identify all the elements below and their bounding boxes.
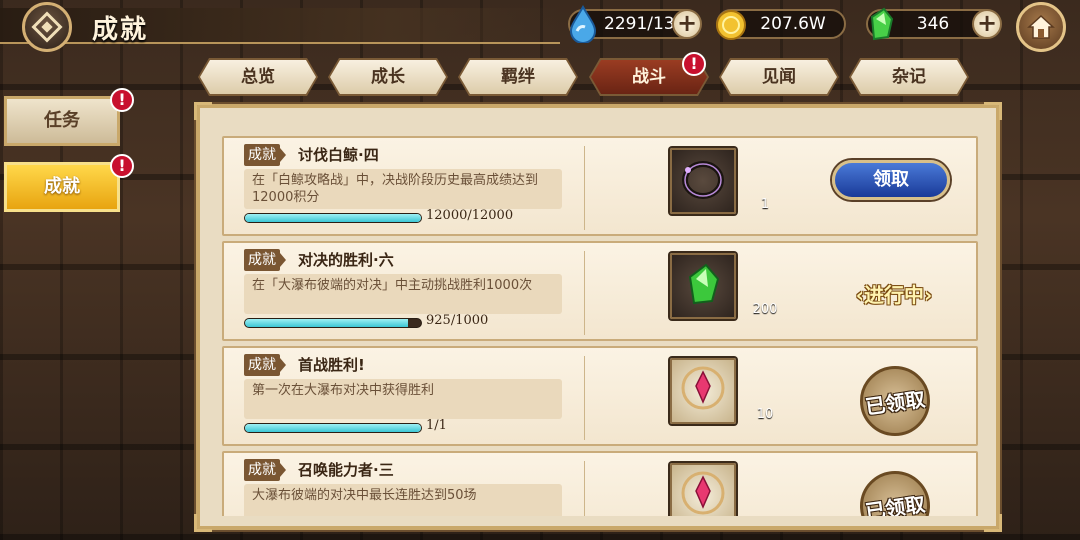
progress-bar	[244, 213, 422, 223]
add-stamina-button[interactable]: +	[672, 9, 702, 39]
reward-slot[interactable]: 200	[670, 253, 777, 319]
achievement-row: 成就 讨伐白鲸·四 在「白鲸攻略战」中，决战阶段历史最高成绩达到12000积分 …	[222, 136, 978, 236]
achievement-desc: 大瀑布彼端的对决中最长连胜达到50场	[244, 484, 562, 516]
achievement-name: 讨伐白鲸·四	[298, 146, 379, 164]
back-button[interactable]	[22, 2, 72, 52]
achievement-desc: 在「大瀑布彼端的对决」中主动挑战胜利1000次	[244, 274, 562, 314]
achievement-name: 召唤能力者·三	[298, 461, 394, 479]
tab-bond[interactable]: 羁绊	[460, 60, 576, 94]
row-divider	[584, 461, 585, 516]
side-task-alert-badge: !	[110, 88, 134, 112]
home-icon	[1027, 14, 1055, 39]
reward-slot[interactable]: 1	[670, 148, 769, 214]
achievement-name: 对决的胜利·六	[298, 251, 394, 269]
page-title: 成就	[92, 15, 149, 45]
dark-ring-icon	[682, 161, 724, 199]
progress-bar	[244, 423, 422, 433]
achievement-tag: 成就	[244, 144, 286, 166]
panel-corner	[984, 102, 1002, 120]
reward-slot[interactable]: 10	[670, 358, 773, 424]
achievement-list[interactable]: 成就 讨伐白鲸·四 在「白鲸攻略战」中，决战阶段历史最高成绩达到12000积分 …	[222, 134, 978, 516]
gem-counter: 346 +	[866, 7, 1002, 41]
progress-fill	[245, 319, 408, 327]
top-bar: 成就 2291/130 + 207.6W 346 +	[0, 0, 1080, 52]
reward-count: 200	[752, 302, 778, 317]
stamina-value: 2291/130	[604, 14, 686, 34]
row-divider	[584, 356, 585, 440]
reward-slot[interactable]	[670, 463, 736, 516]
reward-count: 10	[756, 407, 774, 422]
tab-growth[interactable]: 成长	[330, 60, 446, 94]
gold-value: 207.6W	[760, 14, 826, 34]
add-gem-button[interactable]: +	[972, 9, 1002, 39]
panel-corner	[194, 102, 212, 120]
reward-count: 1	[760, 197, 770, 212]
row-divider	[584, 251, 585, 335]
stamina-counter: 2291/130 +	[568, 5, 702, 43]
achievement-panel: 成就 讨伐白鲸·四 在「白鲸攻略战」中，决战阶段历史最高成绩达到12000积分 …	[194, 102, 1002, 532]
pink-crystal-icon	[681, 366, 725, 410]
green-gem-icon	[688, 263, 720, 305]
diamond-back-icon	[31, 11, 63, 43]
blue-drop-icon	[569, 5, 597, 43]
progress-text: 925/1000	[426, 313, 489, 328]
achievement-name: 首战胜利!	[298, 356, 365, 374]
panel-corner	[194, 514, 212, 532]
row-divider	[584, 146, 585, 230]
achievement-row: 成就 对决的胜利·六 在「大瀑布彼端的对决」中主动挑战胜利1000次 925/1…	[222, 241, 978, 341]
in-progress-status: ‹进行中›	[855, 283, 933, 307]
achievement-tag: 成就	[244, 354, 286, 376]
achievement-desc: 在「白鲸攻略战」中，决战阶段历史最高成绩达到12000积分	[244, 169, 562, 209]
claimed-text: 已领取	[863, 491, 927, 516]
green-gem-icon	[870, 7, 894, 41]
pink-crystal-icon	[681, 471, 725, 515]
claimed-stamp: 已领取	[860, 366, 930, 436]
progress-fill	[245, 424, 421, 432]
gold-counter: 207.6W	[716, 9, 846, 40]
gold-coin-icon	[716, 10, 746, 40]
tab-battle-alert-badge: !	[682, 52, 706, 76]
achievement-row: 成就 召唤能力者·三 大瀑布彼端的对决中最长连胜达到50场 已领取	[222, 451, 978, 516]
progress-bar	[244, 318, 422, 328]
home-button[interactable]	[1016, 2, 1066, 52]
claim-button[interactable]: 领取	[832, 160, 950, 200]
side-tab-task[interactable]: 任务	[4, 96, 120, 146]
title-band	[0, 8, 560, 44]
progress-text: 12000/12000	[426, 208, 514, 223]
claimed-text: 已领取	[863, 386, 927, 419]
tab-knowledge[interactable]: 见闻	[721, 60, 837, 94]
achievement-desc: 第一次在大瀑布对决中获得胜利	[244, 379, 562, 419]
achievement-row: 成就 首战胜利! 第一次在大瀑布对决中获得胜利 1/1 10 已领取	[222, 346, 978, 446]
side-tab-achievement[interactable]: 成就	[4, 162, 120, 212]
side-achievement-alert-badge: !	[110, 154, 134, 178]
tab-misc[interactable]: 杂记	[851, 60, 967, 94]
tab-overview[interactable]: 总览	[200, 60, 316, 94]
gem-value: 346	[916, 14, 950, 34]
claimed-stamp: 已领取	[860, 471, 930, 516]
progress-text: 1/1	[426, 418, 447, 433]
panel-corner	[984, 514, 1002, 532]
progress-fill	[245, 214, 421, 222]
achievement-tag: 成就	[244, 249, 286, 271]
achievement-tag: 成就	[244, 459, 286, 481]
